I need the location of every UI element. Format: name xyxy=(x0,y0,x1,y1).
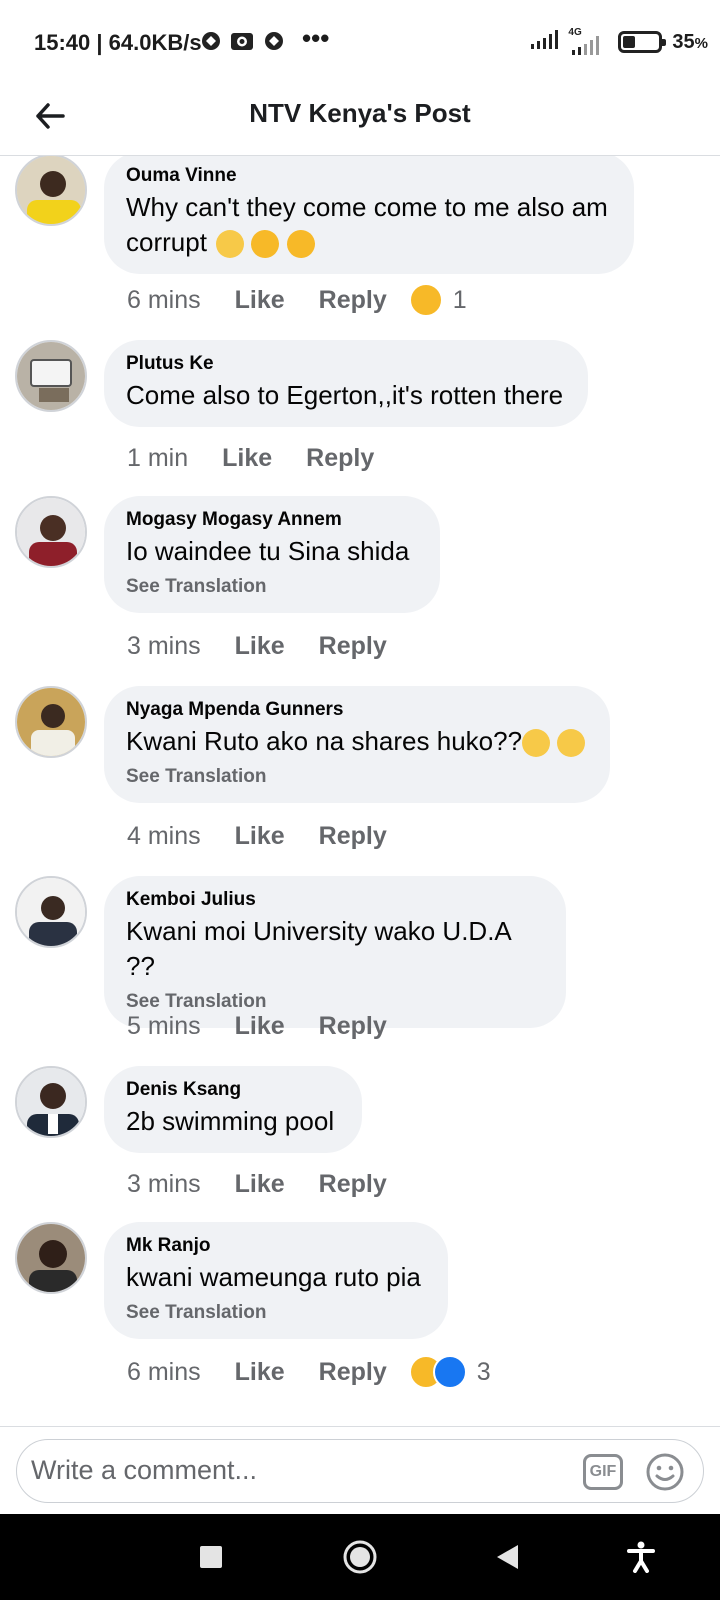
camera-notification-icon xyxy=(230,30,254,57)
back-icon[interactable] xyxy=(482,1532,532,1582)
avatar[interactable] xyxy=(15,1222,87,1294)
reply-button[interactable]: Reply xyxy=(319,1358,387,1387)
battery-percent: 35% xyxy=(672,30,708,53)
comment-input-placeholder: Write a comment... xyxy=(31,1455,258,1485)
like-reaction-icon xyxy=(432,1355,467,1389)
comment-text: 2b swimming pool xyxy=(126,1106,335,1136)
see-translation-link[interactable]: See Translation xyxy=(126,575,418,599)
avatar[interactable] xyxy=(15,340,87,412)
rofl-emoji-icon xyxy=(282,225,320,263)
comment-time[interactable]: 1 min xyxy=(127,444,188,473)
grin-emoji-icon xyxy=(216,230,245,259)
post-header: NTV Kenya's Post xyxy=(0,84,720,156)
comment-bubble[interactable]: Ouma Vinne Why can't they come come to m… xyxy=(104,156,634,274)
comment-time[interactable]: 3 mins xyxy=(127,632,201,661)
avatar[interactable] xyxy=(15,1066,87,1138)
comment-time[interactable]: 3 mins xyxy=(127,1170,201,1199)
recents-icon[interactable] xyxy=(186,1532,236,1582)
app-notification-icon xyxy=(200,30,222,57)
reply-button[interactable]: Reply xyxy=(319,632,387,661)
signal-4g-icon: 4G xyxy=(568,27,608,57)
like-button[interactable]: Like xyxy=(222,444,272,473)
comment-time[interactable]: 5 mins xyxy=(127,1012,201,1041)
home-icon[interactable] xyxy=(335,1532,385,1582)
app-notification-icon-2 xyxy=(263,30,285,57)
comment-text: Kwani moi University wako U.D.A ?? xyxy=(126,916,511,981)
page-title: NTV Kenya's Post xyxy=(249,98,471,128)
comment-text: kwani wameunga ruto pia xyxy=(126,1262,421,1292)
comment-bubble[interactable]: Plutus Ke Come also to Egerton,,it's rot… xyxy=(104,340,588,427)
see-translation-link[interactable]: See Translation xyxy=(126,765,588,789)
system-nav-bar xyxy=(0,1514,720,1600)
comment-bubble[interactable]: Nyaga Mpenda Gunners Kwani Ruto ako na s… xyxy=(104,686,610,803)
comment-time[interactable]: 6 mins xyxy=(127,1358,201,1387)
comment-input[interactable]: Write a comment... GIF xyxy=(16,1439,704,1503)
comment-time[interactable]: 6 mins xyxy=(127,286,201,315)
comment-meta: 6 mins Like Reply 1 xyxy=(127,282,467,318)
reaction-count: 1 xyxy=(452,285,467,314)
comment-author[interactable]: Denis Ksang xyxy=(126,1078,340,1102)
like-button[interactable]: Like xyxy=(235,1358,285,1387)
comment-meta: 4 mins Like Reply xyxy=(127,818,387,854)
status-time: 15:40 | 64.0KB/s xyxy=(34,30,202,55)
haha-reaction-icon xyxy=(408,283,443,317)
comment-meta: 5 mins Like Reply xyxy=(127,1008,387,1044)
emoji-icon[interactable] xyxy=(645,1452,685,1492)
accessibility-icon[interactable] xyxy=(616,1532,666,1582)
battery-icon xyxy=(618,31,667,53)
gif-icon[interactable]: GIF xyxy=(583,1454,623,1490)
comment-meta: 6 mins Like Reply 3 xyxy=(127,1354,491,1390)
reply-button[interactable]: Reply xyxy=(319,1012,387,1041)
comment-author[interactable]: Ouma Vinne xyxy=(126,164,612,188)
comment-composer: Write a comment... GIF xyxy=(0,1426,720,1514)
see-translation-link[interactable]: See Translation xyxy=(126,1301,426,1325)
comment-bubble[interactable]: Mk Ranjo kwani wameunga ruto pia See Tra… xyxy=(104,1222,448,1339)
avatar[interactable] xyxy=(15,876,87,948)
avatar[interactable] xyxy=(15,496,87,568)
reaction-summary[interactable]: 1 xyxy=(408,283,467,317)
thinking-emoji-icon xyxy=(557,729,586,758)
reply-button[interactable]: Reply xyxy=(306,444,374,473)
comment-bubble[interactable]: Denis Ksang 2b swimming pool xyxy=(104,1066,362,1153)
comment-time[interactable]: 4 mins xyxy=(127,822,201,851)
reply-button[interactable]: Reply xyxy=(319,1170,387,1199)
reply-button[interactable]: Reply xyxy=(319,286,387,315)
reply-button[interactable]: Reply xyxy=(319,822,387,851)
reaction-count: 3 xyxy=(476,1357,491,1386)
comment-bubble[interactable]: Mogasy Mogasy Annem Io waindee tu Sina s… xyxy=(104,496,440,613)
comment-text: Kwani Ruto ako na shares huko?? xyxy=(126,724,588,759)
comment-list[interactable]: Ouma Vinne Why can't they come come to m… xyxy=(0,156,720,1426)
comment-text: Io waindee tu Sina shida xyxy=(126,536,410,566)
comment-author[interactable]: Mogasy Mogasy Annem xyxy=(126,508,418,532)
comment-text: Why can't they come come to me also am c… xyxy=(126,190,612,263)
more-notifications-icon: ••• xyxy=(302,23,330,53)
avatar[interactable] xyxy=(15,156,87,226)
like-button[interactable]: Like xyxy=(235,632,285,661)
like-button[interactable]: Like xyxy=(235,1012,285,1041)
like-button[interactable]: Like xyxy=(235,286,285,315)
like-button[interactable]: Like xyxy=(235,1170,285,1199)
comment-meta: 3 mins Like Reply xyxy=(127,628,387,664)
reaction-summary[interactable]: 3 xyxy=(408,1355,491,1389)
comment-author[interactable]: Kemboi Julius xyxy=(126,888,544,912)
rofl-emoji-icon xyxy=(246,225,284,263)
signal-icon xyxy=(530,29,559,56)
comment-author[interactable]: Mk Ranjo xyxy=(126,1234,426,1258)
avatar[interactable] xyxy=(15,686,87,758)
thinking-emoji-icon xyxy=(522,729,551,758)
status-bar: 15:40 | 64.0KB/s ••• 4G 35% xyxy=(0,0,720,84)
comment-meta: 1 min Like Reply xyxy=(127,440,374,476)
comment-text: Come also to Egerton,,it's rotten there xyxy=(126,380,564,410)
comment-meta: 3 mins Like Reply xyxy=(127,1166,387,1202)
comment-author[interactable]: Nyaga Mpenda Gunners xyxy=(126,698,588,722)
like-button[interactable]: Like xyxy=(235,822,285,851)
comment-author[interactable]: Plutus Ke xyxy=(126,352,566,376)
comment-bubble[interactable]: Kemboi Julius Kwani moi University wako … xyxy=(104,876,566,1028)
